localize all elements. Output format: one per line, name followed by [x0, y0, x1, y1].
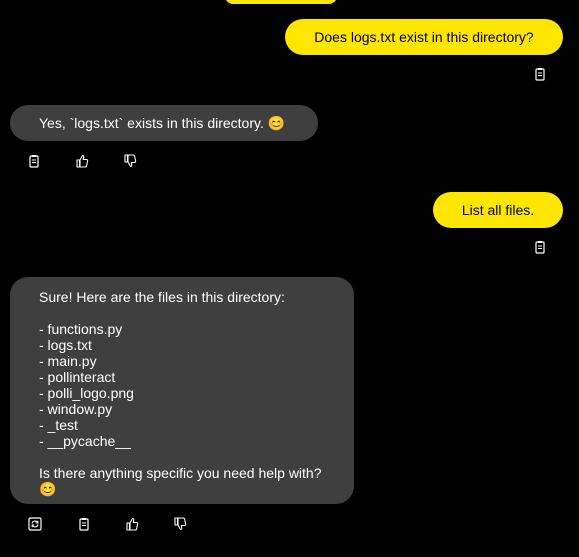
assistant-message-bubble: Yes, `logs.txt` exists in this directory… [10, 105, 318, 141]
copy-icon[interactable] [533, 240, 547, 254]
assistant-message-bubble: Sure! Here are the files in this directo… [10, 277, 354, 504]
user-message-text: Does logs.txt exist in this directory? [314, 29, 534, 45]
assistant-message-text: Sure! Here are the files in this directo… [39, 289, 322, 497]
copy-icon[interactable] [27, 154, 41, 168]
thumbs-up-icon[interactable] [125, 517, 139, 531]
previous-message-bubble-edge [225, 0, 337, 4]
copy-icon[interactable] [533, 67, 547, 81]
thumbs-down-icon[interactable] [173, 517, 187, 531]
thumbs-up-icon[interactable] [75, 154, 89, 168]
user-message-text: List all files. [461, 202, 535, 218]
user-message-bubble: List all files. [433, 192, 563, 228]
assistant-message-text: Yes, `logs.txt` exists in this directory… [39, 115, 286, 131]
regenerate-icon[interactable] [28, 517, 42, 531]
copy-icon[interactable] [77, 517, 91, 531]
thumbs-down-icon[interactable] [123, 154, 137, 168]
user-message-bubble: Does logs.txt exist in this directory? [285, 19, 563, 55]
